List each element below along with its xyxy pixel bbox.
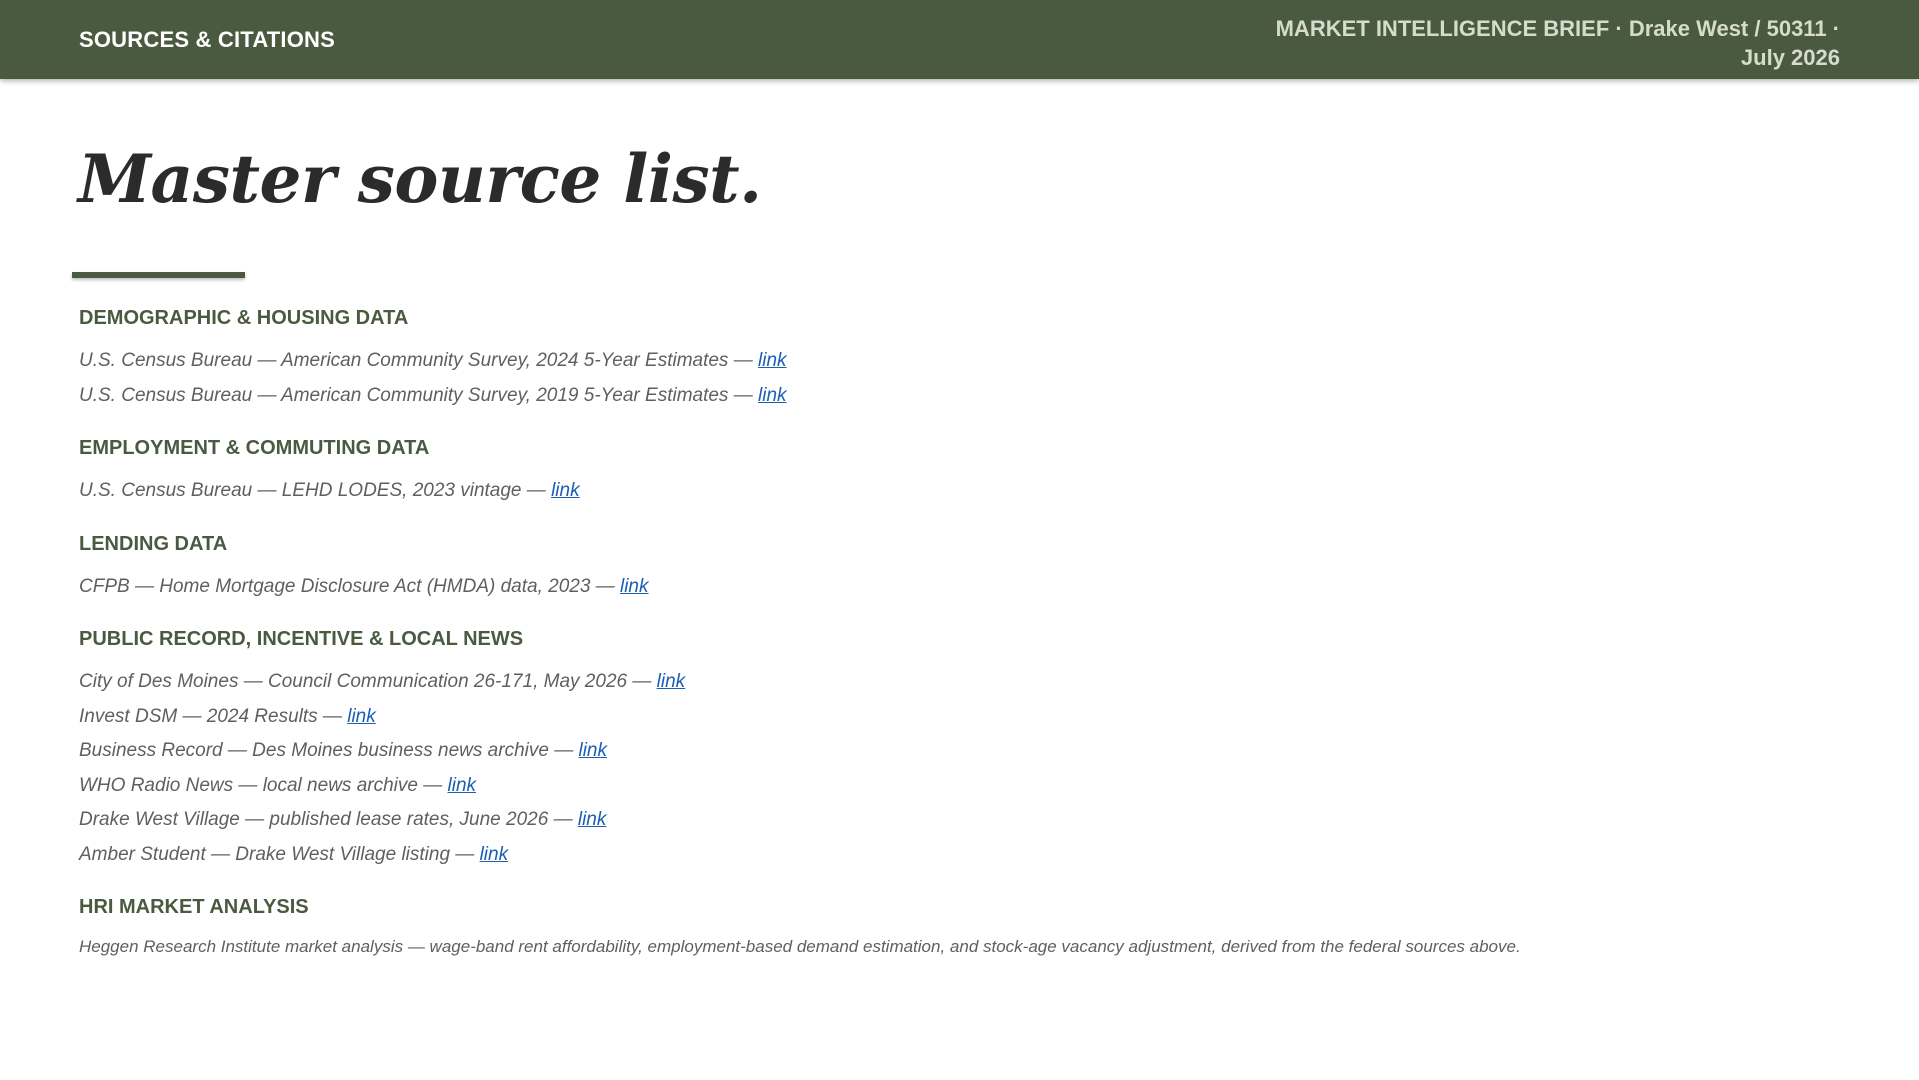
source-text: Invest DSM — 2024 Results — — [79, 705, 348, 727]
source-item: Amber Student — Drake West Village listi… — [79, 843, 1839, 878]
header-bar: SOURCES & CITATIONS MARKET INTELLIGENCE … — [0, 0, 1919, 79]
brief-info: MARKET INTELLIGENCE BRIEF · Drake West /… — [1276, 14, 1840, 72]
brief-info-line-2: July 2026 — [1740, 45, 1840, 70]
brief-info-line-1: MARKET INTELLIGENCE BRIEF · Drake West /… — [1275, 16, 1840, 41]
source-link[interactable]: link — [480, 844, 509, 865]
source-link[interactable]: link — [758, 385, 787, 406]
source-item: U.S. Census Bureau — American Community … — [79, 384, 1839, 419]
section-label: SOURCES & CITATIONS — [79, 27, 335, 52]
source-items: CFPB — Home Mortgage Disclosure Act (HMD… — [79, 575, 1839, 610]
section-heading: EMPLOYMENT & COMMUTING DATA — [79, 437, 430, 459]
source-link[interactable]: link — [578, 740, 607, 761]
page-title: Master source list. — [78, 140, 762, 218]
source-text: U.S. Census Bureau — American Community … — [79, 350, 758, 371]
source-text: U.S. Census Bureau — American Community … — [79, 384, 758, 406]
source-text: WHO Radio News — local news archive — — [79, 774, 448, 796]
source-item: Business Record — Des Moines business ne… — [79, 739, 1839, 774]
section-lending: LENDING DATA CFPB — Home Mortgage Disclo… — [79, 532, 1839, 610]
source-link[interactable]: link — [657, 671, 686, 692]
source-item: Drake West Village — published lease rat… — [79, 808, 1839, 843]
section-demographic-housing: DEMOGRAPHIC & HOUSING DATA U.S. Census B… — [79, 306, 1839, 418]
source-items: U.S. Census Bureau — LEHD LODES, 2023 vi… — [79, 479, 1839, 514]
source-text: U.S. Census Bureau — LEHD LODES, 2023 vi… — [79, 480, 552, 501]
source-items: U.S. Census Bureau — American Community … — [79, 349, 1839, 418]
source-link[interactable]: link — [448, 775, 477, 796]
source-link[interactable]: link — [551, 480, 580, 501]
source-item: U.S. Census Bureau — American Community … — [79, 349, 1839, 384]
source-item: Invest DSM — 2024 Results — link — [79, 705, 1839, 740]
source-list: DEMOGRAPHIC & HOUSING DATA U.S. Census B… — [79, 306, 1839, 958]
analysis-description: Heggen Research Institute market analysi… — [79, 937, 1521, 956]
source-link[interactable]: link — [758, 350, 787, 371]
source-text: Amber Student — Drake West Village listi… — [79, 843, 480, 865]
source-item: WHO Radio News — local news archive — li… — [79, 774, 1839, 809]
source-link[interactable]: link — [347, 706, 376, 727]
source-text: Drake West Village — published lease rat… — [79, 809, 578, 830]
source-item: City of Des Moines — Council Communicati… — [79, 670, 1839, 705]
section-employment-commuting: EMPLOYMENT & COMMUTING DATA U.S. Census … — [79, 436, 1839, 514]
section-heading: DEMOGRAPHIC & HOUSING DATA — [79, 307, 409, 329]
section-heading: PUBLIC RECORD, INCENTIVE & LOCAL NEWS — [79, 628, 524, 650]
source-text: Business Record — Des Moines business ne… — [79, 740, 579, 761]
source-link[interactable]: link — [620, 576, 649, 597]
source-item: CFPB — Home Mortgage Disclosure Act (HMD… — [79, 575, 1839, 610]
section-heading: LENDING DATA — [79, 532, 228, 555]
source-items: City of Des Moines — Council Communicati… — [79, 670, 1839, 877]
section-hri-analysis: HRI MARKET ANALYSIS Heggen Research Inst… — [79, 895, 1839, 958]
source-text: City of Des Moines — Council Communicati… — [79, 671, 657, 692]
title-underline — [72, 272, 245, 278]
source-item: U.S. Census Bureau — LEHD LODES, 2023 vi… — [79, 479, 1839, 514]
source-link[interactable]: link — [578, 809, 607, 830]
section-heading: HRI MARKET ANALYSIS — [79, 896, 309, 918]
source-text: CFPB — Home Mortgage Disclosure Act (HMD… — [79, 575, 620, 597]
section-public-record: PUBLIC RECORD, INCENTIVE & LOCAL NEWS Ci… — [79, 627, 1839, 877]
